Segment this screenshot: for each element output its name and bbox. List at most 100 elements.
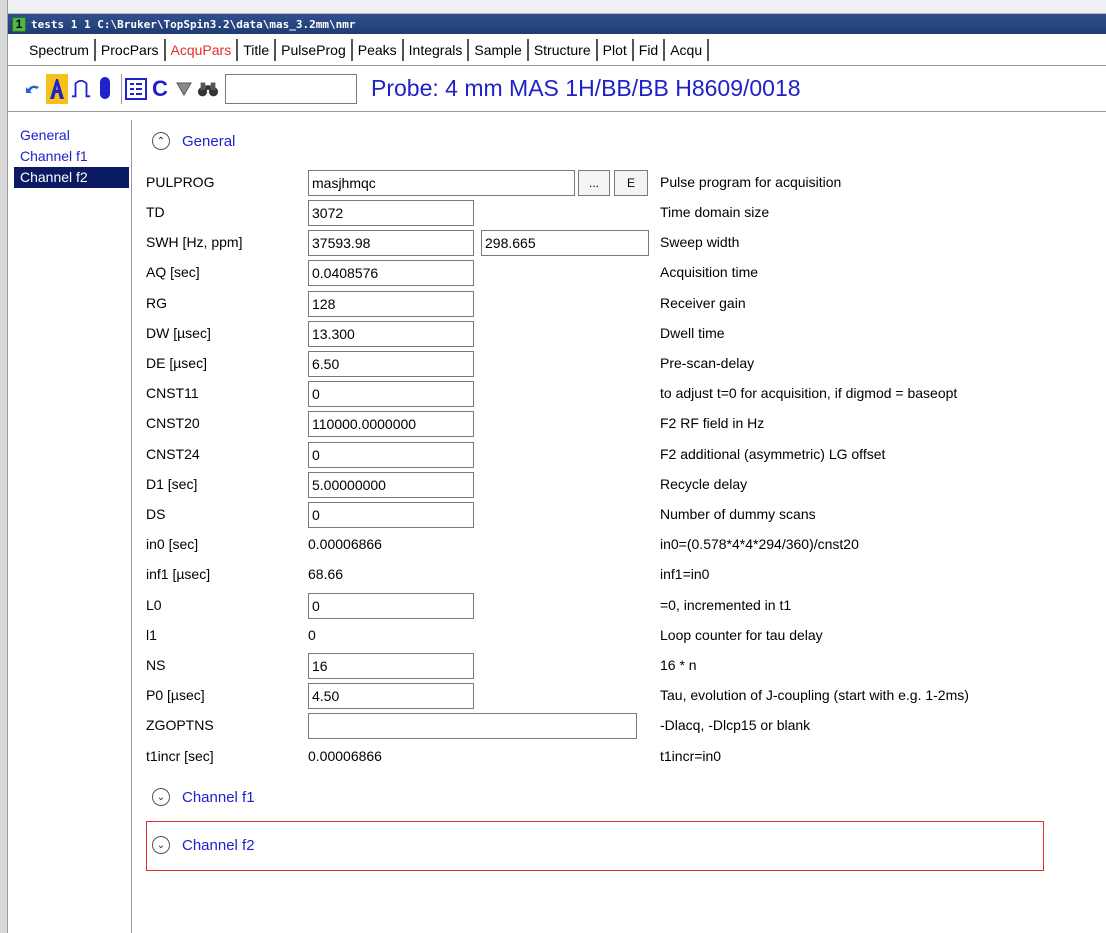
c-icon[interactable]: C bbox=[149, 74, 171, 104]
left-frame-bar bbox=[0, 0, 8, 933]
tab-procpars[interactable]: ProcPars bbox=[96, 38, 166, 61]
dataset-title-bar: 1 tests 1 1 C:\Bruker\TopSpin3.2\data\ma… bbox=[8, 14, 1106, 34]
param-label: AQ [sec] bbox=[146, 264, 200, 281]
param-description: Pulse program for acquisition bbox=[660, 174, 842, 190]
param-input[interactable] bbox=[308, 683, 474, 710]
section-channel-f1-title: Channel f1 bbox=[182, 788, 255, 806]
param-description: Time domain size bbox=[660, 204, 770, 220]
section-general-header[interactable]: ⌃ General bbox=[152, 132, 235, 150]
param-row: SWH [Hz, ppm] Sweep width bbox=[146, 230, 1106, 257]
param-row: D1 [sec] Recycle delay bbox=[146, 471, 1106, 498]
tab-structure[interactable]: Structure bbox=[529, 38, 598, 61]
tab-acqu[interactable]: Acqu bbox=[665, 38, 710, 61]
param-row: CNST11 to adjust t=0 for acquisition, if … bbox=[146, 381, 1106, 408]
param-description: Acquisition time bbox=[660, 264, 759, 281]
section-channel-f2-header[interactable]: ⌄ Channel f2 bbox=[152, 836, 255, 854]
param-input[interactable] bbox=[308, 230, 474, 257]
param-label: l1 bbox=[146, 626, 157, 643]
dataset-path: tests 1 1 C:\Bruker\TopSpin3.2\data\mas_… bbox=[31, 17, 356, 31]
acquisition-mode-icon[interactable] bbox=[46, 73, 68, 104]
pulprog-input[interactable] bbox=[308, 170, 575, 196]
tab-acqupars[interactable]: AcquPars bbox=[166, 38, 239, 61]
chevron-down-icon[interactable]: ⌄ bbox=[152, 788, 170, 806]
param-input[interactable] bbox=[308, 502, 474, 528]
param-row: CNST20 F2 RF field in Hz bbox=[146, 411, 1106, 438]
param-row: DS Number of dummy scans bbox=[146, 502, 1106, 528]
toolbar-search-input[interactable] bbox=[225, 73, 357, 104]
edit-pulprog-button[interactable]: E bbox=[614, 170, 648, 196]
param-row: inf1 [µsec] 68.66 inf1=in0 bbox=[146, 562, 1106, 588]
chevron-up-icon[interactable]: ⌃ bbox=[152, 132, 170, 150]
param-value: 0 bbox=[308, 626, 316, 643]
param-row: AQ [sec] Acquisition time bbox=[146, 260, 1106, 287]
window-top-strip bbox=[8, 0, 1106, 14]
undo-icon[interactable] bbox=[22, 74, 44, 104]
parameter-sidebar: General Channel f1 Channel f2 bbox=[14, 120, 132, 933]
binoculars-icon[interactable] bbox=[197, 74, 219, 104]
section-channel-f1-header[interactable]: ⌄ Channel f1 bbox=[152, 788, 255, 806]
param-input[interactable] bbox=[308, 653, 474, 679]
param-input[interactable] bbox=[308, 592, 474, 619]
param-description: =0, incremented in t1 bbox=[660, 596, 792, 613]
param-row: TD Time domain size bbox=[146, 200, 1106, 226]
param-description: inf1=in0 bbox=[660, 566, 710, 583]
param-description: Dwell time bbox=[660, 324, 725, 341]
browse-pulprog-button[interactable]: ... bbox=[578, 170, 610, 196]
param-value: 0.00006866 bbox=[308, 536, 382, 553]
param-row: RG Receiver gain bbox=[146, 290, 1106, 317]
param-label: SWH [Hz, ppm] bbox=[146, 234, 243, 251]
filter-icon[interactable] bbox=[173, 74, 195, 104]
sidebar-item-channel-f2[interactable]: Channel f2 bbox=[14, 167, 129, 188]
param-description: Loop counter for tau delay bbox=[660, 626, 823, 643]
param-input-ppm[interactable] bbox=[481, 230, 649, 257]
param-description: 16 * n bbox=[660, 657, 697, 673]
param-label: NS bbox=[146, 657, 166, 673]
param-row: DW [µsec] Dwell time bbox=[146, 320, 1106, 347]
param-label: in0 [sec] bbox=[146, 536, 199, 553]
tab-sample[interactable]: Sample bbox=[469, 38, 529, 61]
tab-pulseprog[interactable]: PulseProg bbox=[276, 38, 353, 61]
param-row: L0 =0, incremented in t1 bbox=[146, 592, 1106, 619]
param-input[interactable] bbox=[308, 320, 474, 347]
tab-peaks[interactable]: Peaks bbox=[353, 38, 404, 61]
window-number-badge[interactable]: 1 bbox=[12, 16, 26, 32]
chevron-down-icon[interactable]: ⌄ bbox=[152, 836, 170, 854]
param-row: NS 16 * n bbox=[146, 653, 1106, 679]
probe-tube-icon[interactable] bbox=[94, 74, 116, 104]
param-label: DW [µsec] bbox=[146, 324, 211, 341]
tab-integrals[interactable]: Integrals bbox=[404, 38, 470, 61]
param-label: DS bbox=[146, 506, 166, 522]
param-label: TD bbox=[146, 204, 165, 220]
param-value: 0.00006866 bbox=[308, 747, 382, 764]
param-value: 68.66 bbox=[308, 566, 344, 583]
param-description: -Dlacq, -Dlcp15 or blank bbox=[660, 717, 811, 734]
table-icon[interactable] bbox=[125, 74, 147, 104]
param-input[interactable] bbox=[308, 713, 637, 740]
tab-fid[interactable]: Fid bbox=[634, 38, 666, 61]
param-input[interactable] bbox=[308, 411, 474, 438]
tab-spectrum[interactable]: Spectrum bbox=[24, 38, 96, 61]
param-row-pulprog: PULPROG ... E Pulse program for acquisit… bbox=[146, 170, 1106, 196]
param-description: Recycle delay bbox=[660, 475, 748, 492]
param-input[interactable] bbox=[308, 260, 474, 287]
param-label: RG bbox=[146, 294, 167, 311]
param-input[interactable] bbox=[308, 471, 474, 498]
param-label: inf1 [µsec] bbox=[146, 566, 211, 583]
param-input[interactable] bbox=[308, 381, 474, 408]
param-label: L0 bbox=[146, 596, 162, 613]
pulse-icon[interactable] bbox=[70, 74, 92, 104]
param-label: D1 [sec] bbox=[146, 475, 198, 492]
tab-plot[interactable]: Plot bbox=[598, 38, 634, 61]
param-input[interactable] bbox=[308, 200, 474, 226]
parameter-editor: ⌃ General PULPROG ... E Pulse program fo… bbox=[132, 112, 1106, 933]
toolbar: C Probe: 4 mm MAS 1H/BB/BB H8609/0018 bbox=[8, 66, 1106, 112]
sidebar-item-channel-f1[interactable]: Channel f1 bbox=[14, 146, 131, 167]
probe-label: Probe: 4 mm MAS 1H/BB/BB H8609/0018 bbox=[371, 75, 801, 101]
param-label: CNST20 bbox=[146, 415, 200, 432]
tab-title[interactable]: Title bbox=[238, 38, 277, 61]
param-row: CNST24 F2 additional (asymmetric) LG offs… bbox=[146, 441, 1106, 468]
param-input[interactable] bbox=[308, 290, 474, 317]
param-input[interactable] bbox=[308, 441, 474, 468]
param-input[interactable] bbox=[308, 351, 474, 377]
sidebar-item-general[interactable]: General bbox=[14, 125, 131, 146]
